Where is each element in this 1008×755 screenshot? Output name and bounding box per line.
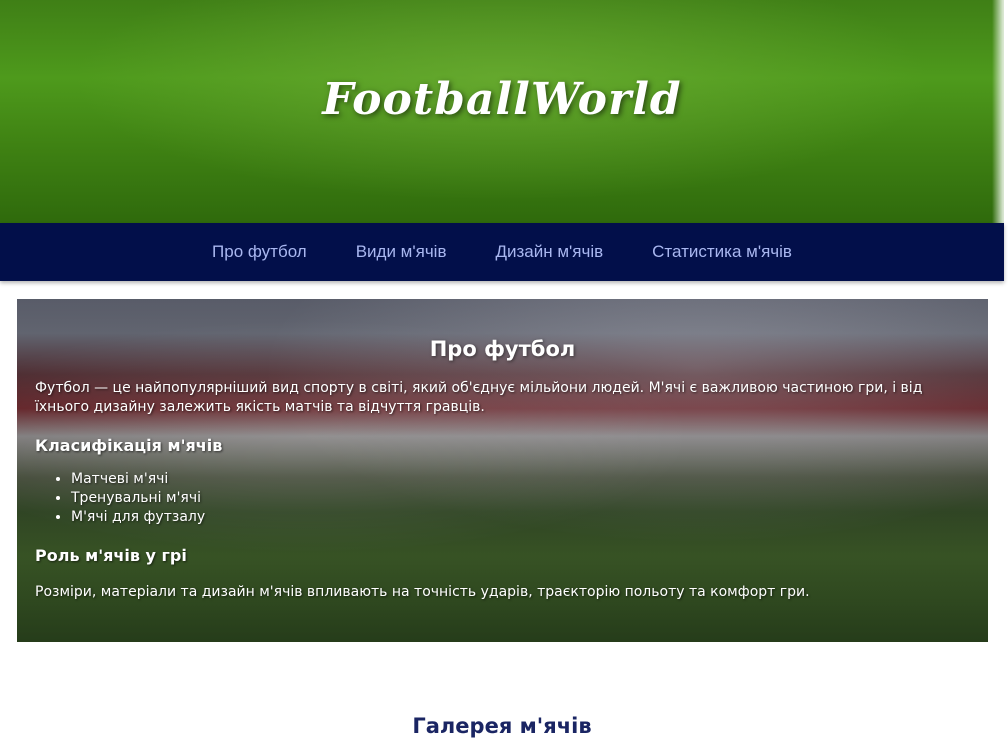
site-logo-title: FootballWorld [322, 74, 682, 125]
role-text: Розміри, матеріали та дизайн м'ячів впли… [35, 584, 810, 600]
page: FootballWorld Про футбол Види м'ячів Диз… [0, 0, 1008, 755]
classification-list: Матчеві м'ячі Тренувальні м'ячі М'ячі дл… [35, 470, 970, 527]
nav-link-about-football[interactable]: Про футбол [212, 242, 307, 262]
list-item: Матчеві м'ячі [71, 470, 970, 489]
main-nav: Про футбол Види м'ячів Дизайн м'ячів Ста… [0, 223, 1004, 281]
classification-heading: Класифікація м'ячів [35, 436, 223, 455]
nav-link-ball-statistics[interactable]: Статистика м'ячів [652, 242, 792, 262]
about-title: Про футбол [429, 337, 576, 361]
about-intro-text: Футбол — це найпопулярніший вид спорту в… [35, 380, 923, 415]
list-item: М'ячі для футзалу [71, 508, 970, 527]
nav-link-ball-types[interactable]: Види м'ячів [356, 242, 447, 262]
role-heading: Роль м'ячів у грі [35, 546, 187, 565]
gallery-title: Галерея м'ячів [412, 714, 592, 739]
nav-link-ball-design[interactable]: Дизайн м'ячів [495, 242, 603, 262]
list-item: Тренувальні м'ячі [71, 489, 970, 508]
about-section: Про футбол Футбол — це найпопулярніший в… [17, 299, 988, 642]
hero-header: FootballWorld [0, 0, 1004, 223]
about-content: Про футбол Футбол — це найпопулярніший в… [17, 299, 988, 602]
